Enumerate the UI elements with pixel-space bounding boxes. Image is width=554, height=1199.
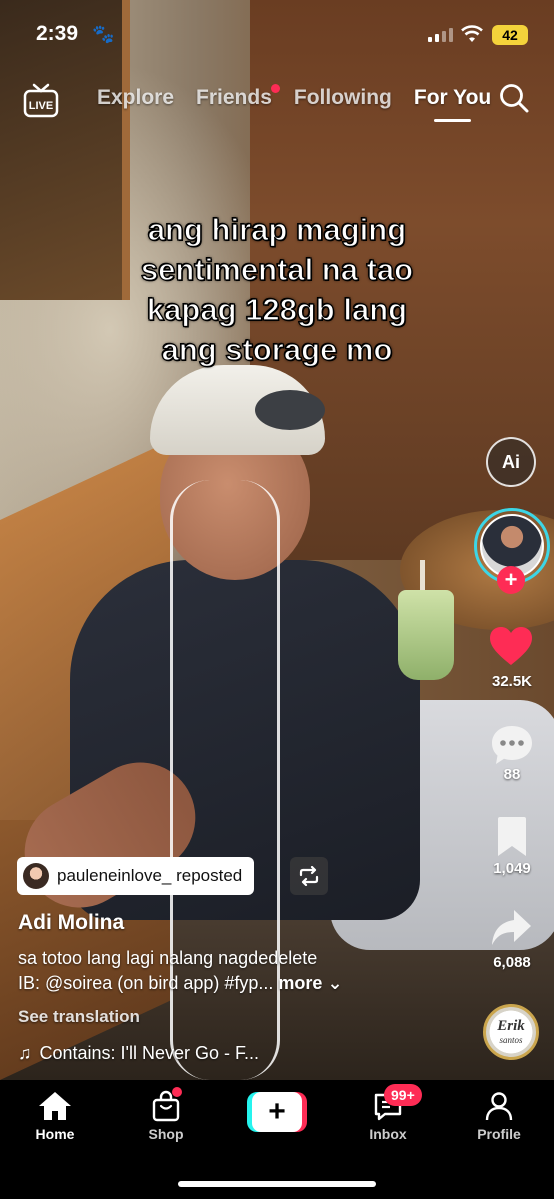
description-line-2: IB: @soirea (on bird app) #fyp... more ⌄: [18, 971, 448, 996]
music-info[interactable]: ♫ Contains: I'll Never Go - F...: [18, 1043, 259, 1064]
cap-logo: [255, 390, 325, 430]
description-line: sa totoo lang lagi nalang nagdedelete: [18, 948, 318, 968]
repost-icon: [299, 866, 319, 886]
matcha-drink: [398, 590, 454, 680]
repost-chip[interactable]: pauleneinlove_ reposted: [17, 857, 255, 895]
see-translation-link[interactable]: See translation: [18, 1007, 140, 1027]
nav-shop[interactable]: Shop: [126, 1087, 206, 1142]
disc-label-line1: Erik: [497, 1018, 525, 1034]
tab-for-you[interactable]: For You: [414, 86, 491, 122]
tab-friends-label: Friends: [196, 86, 272, 109]
disc-label-line2: santos: [499, 1035, 523, 1045]
follow-plus-button[interactable]: +: [497, 566, 525, 594]
tab-following[interactable]: Following: [294, 86, 392, 110]
create-button[interactable]: +: [247, 1092, 307, 1132]
profile-icon: [485, 1092, 513, 1121]
notification-dot: [270, 84, 280, 93]
search-icon[interactable]: [498, 82, 530, 114]
share-count: 6,088: [493, 954, 531, 971]
caption-line: sentimental na tao: [140, 251, 414, 287]
nav-inbox-label: Inbox: [369, 1126, 407, 1142]
status-time: 2:39: [36, 22, 79, 45]
repost-text: pauleneinlove_ reposted: [57, 866, 243, 885]
plus-icon: +: [252, 1092, 302, 1132]
nav-profile[interactable]: Profile: [459, 1090, 539, 1142]
nav-home[interactable]: Home: [15, 1090, 95, 1142]
tab-friends[interactable]: Friends: [196, 84, 280, 110]
caption-line: ang storage mo: [161, 331, 393, 367]
bookmark-icon[interactable]: [494, 816, 530, 858]
nav-inbox[interactable]: 99+ Inbox: [348, 1084, 428, 1142]
home-icon: [39, 1092, 71, 1120]
ai-button[interactable]: Ai: [486, 437, 536, 487]
live-icon[interactable]: LIVE: [22, 83, 60, 119]
more-label: more: [278, 973, 323, 993]
live-label: LIVE: [29, 100, 53, 112]
description-hashtags: IB: @soirea (on bird app) #fyp...: [18, 973, 274, 993]
music-title: Contains: I'll Never Go - F...: [39, 1043, 260, 1063]
music-disc[interactable]: Erik santos: [483, 1004, 539, 1060]
home-indicator[interactable]: [178, 1181, 376, 1187]
author-name[interactable]: Adi Molina: [18, 911, 124, 935]
comment-count: 88: [503, 766, 521, 783]
tab-explore[interactable]: Explore: [97, 86, 174, 110]
music-note-icon: ♫: [18, 1043, 32, 1063]
nav-home-label: Home: [35, 1126, 75, 1142]
save-count: 1,049: [493, 860, 531, 877]
repost-button[interactable]: [290, 857, 328, 895]
comment-icon[interactable]: [490, 724, 534, 766]
wifi-icon: [461, 25, 483, 42]
top-navigation: LIVE Explore Friends Following For You: [0, 78, 554, 128]
nav-shop-label: Shop: [148, 1126, 184, 1142]
paw-icon: 🐾: [92, 24, 115, 44]
battery-indicator: 42: [492, 25, 528, 45]
chevron-down-icon: ⌄: [322, 973, 343, 993]
video-caption: ang hirap maging sentimental na tao kapa…: [0, 210, 554, 370]
shop-notification-dot: [172, 1087, 182, 1097]
inbox-badge: 99+: [384, 1084, 422, 1106]
ai-label: Ai: [502, 451, 520, 472]
caption-line: ang hirap maging: [147, 211, 407, 247]
feed-tabs: Explore Friends Following For You: [97, 84, 513, 122]
reposter-avatar: [23, 863, 49, 889]
caption-line: kapag 128gb lang: [146, 291, 408, 327]
share-icon[interactable]: [490, 908, 532, 948]
status-bar: 2:39 🐾 42: [0, 0, 554, 70]
nav-profile-label: Profile: [477, 1126, 521, 1142]
post-description[interactable]: sa totoo lang lagi nalang nagdedelete IB…: [18, 946, 448, 996]
more-button[interactable]: more ⌄: [278, 973, 342, 993]
like-count: 32.5K: [491, 673, 533, 690]
cellular-signal-icon: [428, 28, 454, 42]
heart-icon[interactable]: [488, 625, 534, 667]
